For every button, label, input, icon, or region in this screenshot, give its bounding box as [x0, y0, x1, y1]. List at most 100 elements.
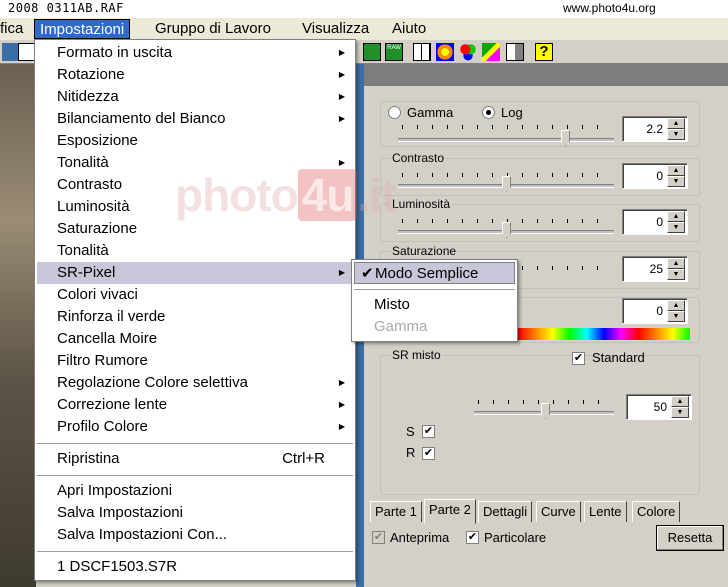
- checkmark-icon: ✔: [361, 265, 374, 282]
- hue-color-bar: [518, 328, 690, 340]
- menu-item-luminosita[interactable]: Luminosità: [37, 196, 353, 218]
- menu-item-cancella-moire[interactable]: Cancella Moire: [37, 328, 353, 350]
- saturation-spinbox[interactable]: 25 ▲ ▼: [622, 256, 688, 282]
- grid-view-icon[interactable]: [363, 43, 381, 61]
- spin-up-icon[interactable]: ▲: [671, 396, 689, 407]
- sr-pixel-submenu: ✔ Modo Semplice Misto Gamma: [351, 259, 518, 342]
- photo-preview: [0, 64, 36, 587]
- tab-curve[interactable]: Curve: [536, 501, 581, 522]
- menu-item-apri-impostazioni[interactable]: Apri Impostazioni: [37, 480, 353, 502]
- spin-up-icon[interactable]: ▲: [667, 165, 685, 176]
- s-checkbox[interactable]: ✔: [422, 425, 435, 438]
- gamma-slider-track: [398, 138, 614, 142]
- detail-label: Particolare: [484, 530, 547, 545]
- spin-up-icon[interactable]: ▲: [667, 211, 685, 222]
- contrast-value: 0: [656, 169, 663, 183]
- sr-mixed-label: SR misto: [390, 348, 443, 362]
- menu-item-ripristina[interactable]: Ripristina Ctrl+R: [37, 448, 353, 470]
- tab-parte-2[interactable]: Parte 2: [424, 499, 476, 524]
- menu-item-salva-impostazioni[interactable]: Salva Impostazioni: [37, 502, 353, 524]
- spin-up-icon[interactable]: ▲: [667, 118, 685, 129]
- saturation-value: 25: [649, 262, 663, 276]
- spin-down-icon[interactable]: ▼: [671, 407, 689, 418]
- menu-bar: fica Impostazioni Gruppo di Lavoro Visua…: [0, 18, 728, 40]
- menu-item-salva-con[interactable]: Salva Impostazioni Con...: [37, 524, 353, 546]
- contrast-label: Contrasto: [390, 151, 447, 165]
- submenu-item-misto[interactable]: Misto: [354, 294, 515, 316]
- color-circles-icon[interactable]: [459, 43, 477, 61]
- standard-checkbox[interactable]: ✔: [572, 352, 585, 365]
- spin-down-icon[interactable]: ▼: [667, 311, 685, 322]
- preview-checkbox[interactable]: ✔: [372, 531, 385, 544]
- menu-item-profilo-colore[interactable]: Profilo Colore ▶: [37, 416, 353, 438]
- spin-down-icon[interactable]: ▼: [667, 222, 685, 233]
- impostazioni-menu: photo4u.it Formato in uscita ▶ Rotazione ▶…: [34, 39, 396, 581]
- menu-item-bilanciamento[interactable]: Bilanciamento del Bianco ▶: [37, 108, 353, 130]
- menu-aiuto[interactable]: Aiuto: [387, 19, 431, 39]
- split-view-icon[interactable]: [413, 43, 431, 61]
- hue-spinbox[interactable]: 0 ▲ ▼: [622, 298, 688, 324]
- menu-visualizza[interactable]: Visualizza: [297, 19, 374, 39]
- submenu-arrow-icon: ▶: [338, 48, 345, 57]
- menu-item-tonalita-2[interactable]: Tonalità: [37, 240, 353, 262]
- submenu-arrow-icon: ▶: [338, 92, 345, 101]
- standard-label: Standard: [592, 350, 645, 365]
- spin-down-icon[interactable]: ▼: [667, 129, 685, 140]
- log-radio[interactable]: [482, 106, 495, 119]
- spin-down-icon[interactable]: ▼: [667, 176, 685, 187]
- menu-item-rotazione[interactable]: Rotazione ▶: [37, 64, 353, 86]
- submenu-item-modo-semplice[interactable]: ✔ Modo Semplice: [354, 262, 515, 284]
- menu-item-esposizione[interactable]: Esposizione: [37, 130, 353, 152]
- menu-item-recent-file[interactable]: 1 DSCF1503.S7R: [37, 556, 353, 578]
- menu-modifica[interactable]: fica: [0, 19, 28, 39]
- menu-item-filtro-rumore[interactable]: Filtro Rumore: [37, 350, 353, 372]
- menu-item-formato-in-uscita[interactable]: Formato in uscita ▶: [37, 42, 353, 64]
- tab-dettagli[interactable]: Dettagli: [478, 501, 533, 522]
- menu-impostazioni[interactable]: Impostazioni: [34, 19, 131, 39]
- hue-value: 0: [656, 304, 663, 318]
- gamma-spinbox[interactable]: 2.2 ▲ ▼: [622, 116, 688, 142]
- r-checkbox[interactable]: ✔: [422, 447, 435, 460]
- menu-gruppo-di-lavoro[interactable]: Gruppo di Lavoro: [150, 19, 276, 39]
- menu-item-nitidezza[interactable]: Nitidezza ▶: [37, 86, 353, 108]
- submenu-arrow-icon: ▶: [338, 422, 345, 431]
- submenu-arrow-icon: ▶: [338, 70, 345, 79]
- histogram-icon[interactable]: [436, 43, 454, 61]
- luminosity-spinbox[interactable]: 0 ▲ ▼: [622, 209, 688, 235]
- menu-item-regolazione-colore[interactable]: Regolazione Colore selettiva ▶: [37, 372, 353, 394]
- gamma-slider-ticks: [402, 125, 602, 129]
- help-icon[interactable]: ?: [535, 43, 553, 61]
- menu-item-correzione-lente[interactable]: Correzione lente ▶: [37, 394, 353, 416]
- menu-item-saturazione[interactable]: Saturazione: [37, 218, 353, 240]
- r-label: R: [406, 445, 416, 460]
- reset-button[interactable]: Resetta: [656, 525, 724, 551]
- window-title: 2008 0311AB.RAF: [8, 1, 124, 15]
- menu-item-sr-pixel[interactable]: SR-Pixel ▶: [37, 262, 353, 284]
- menu-item-contrasto[interactable]: Contrasto: [37, 174, 353, 196]
- compare-icon[interactable]: [506, 43, 524, 61]
- menu-separator: [37, 443, 353, 444]
- raw-view-icon[interactable]: RAW: [385, 43, 403, 61]
- shortcut-label: Ctrl+R: [282, 450, 325, 467]
- menu-item-rinforza-verde[interactable]: Rinforza il verde: [37, 306, 353, 328]
- gamma-radio[interactable]: [388, 106, 401, 119]
- luminosity-label: Luminosità: [390, 197, 453, 211]
- log-label: Log: [501, 105, 523, 120]
- website-label: www.photo4u.org: [563, 1, 656, 15]
- detail-checkbox[interactable]: ✔: [466, 531, 479, 544]
- menu-item-colori-vivaci[interactable]: Colori vivaci: [37, 284, 353, 306]
- pane-header-strip: [356, 64, 728, 86]
- sr-value: 50: [653, 400, 667, 414]
- spin-down-icon[interactable]: ▼: [667, 269, 685, 280]
- picker-icon[interactable]: [482, 43, 500, 61]
- sr-spinbox[interactable]: 50 ▲ ▼: [626, 394, 692, 420]
- tab-colore[interactable]: Colore: [632, 501, 681, 522]
- gamma-value: 2.2: [646, 122, 663, 136]
- submenu-arrow-icon: ▶: [338, 158, 345, 167]
- spin-up-icon[interactable]: ▲: [667, 300, 685, 311]
- tab-lente[interactable]: Lente: [584, 501, 627, 522]
- menu-item-tonalita[interactable]: Tonalità ▶: [37, 152, 353, 174]
- tab-parte-1[interactable]: Parte 1: [370, 501, 422, 522]
- spin-up-icon[interactable]: ▲: [667, 258, 685, 269]
- contrast-spinbox[interactable]: 0 ▲ ▼: [622, 163, 688, 189]
